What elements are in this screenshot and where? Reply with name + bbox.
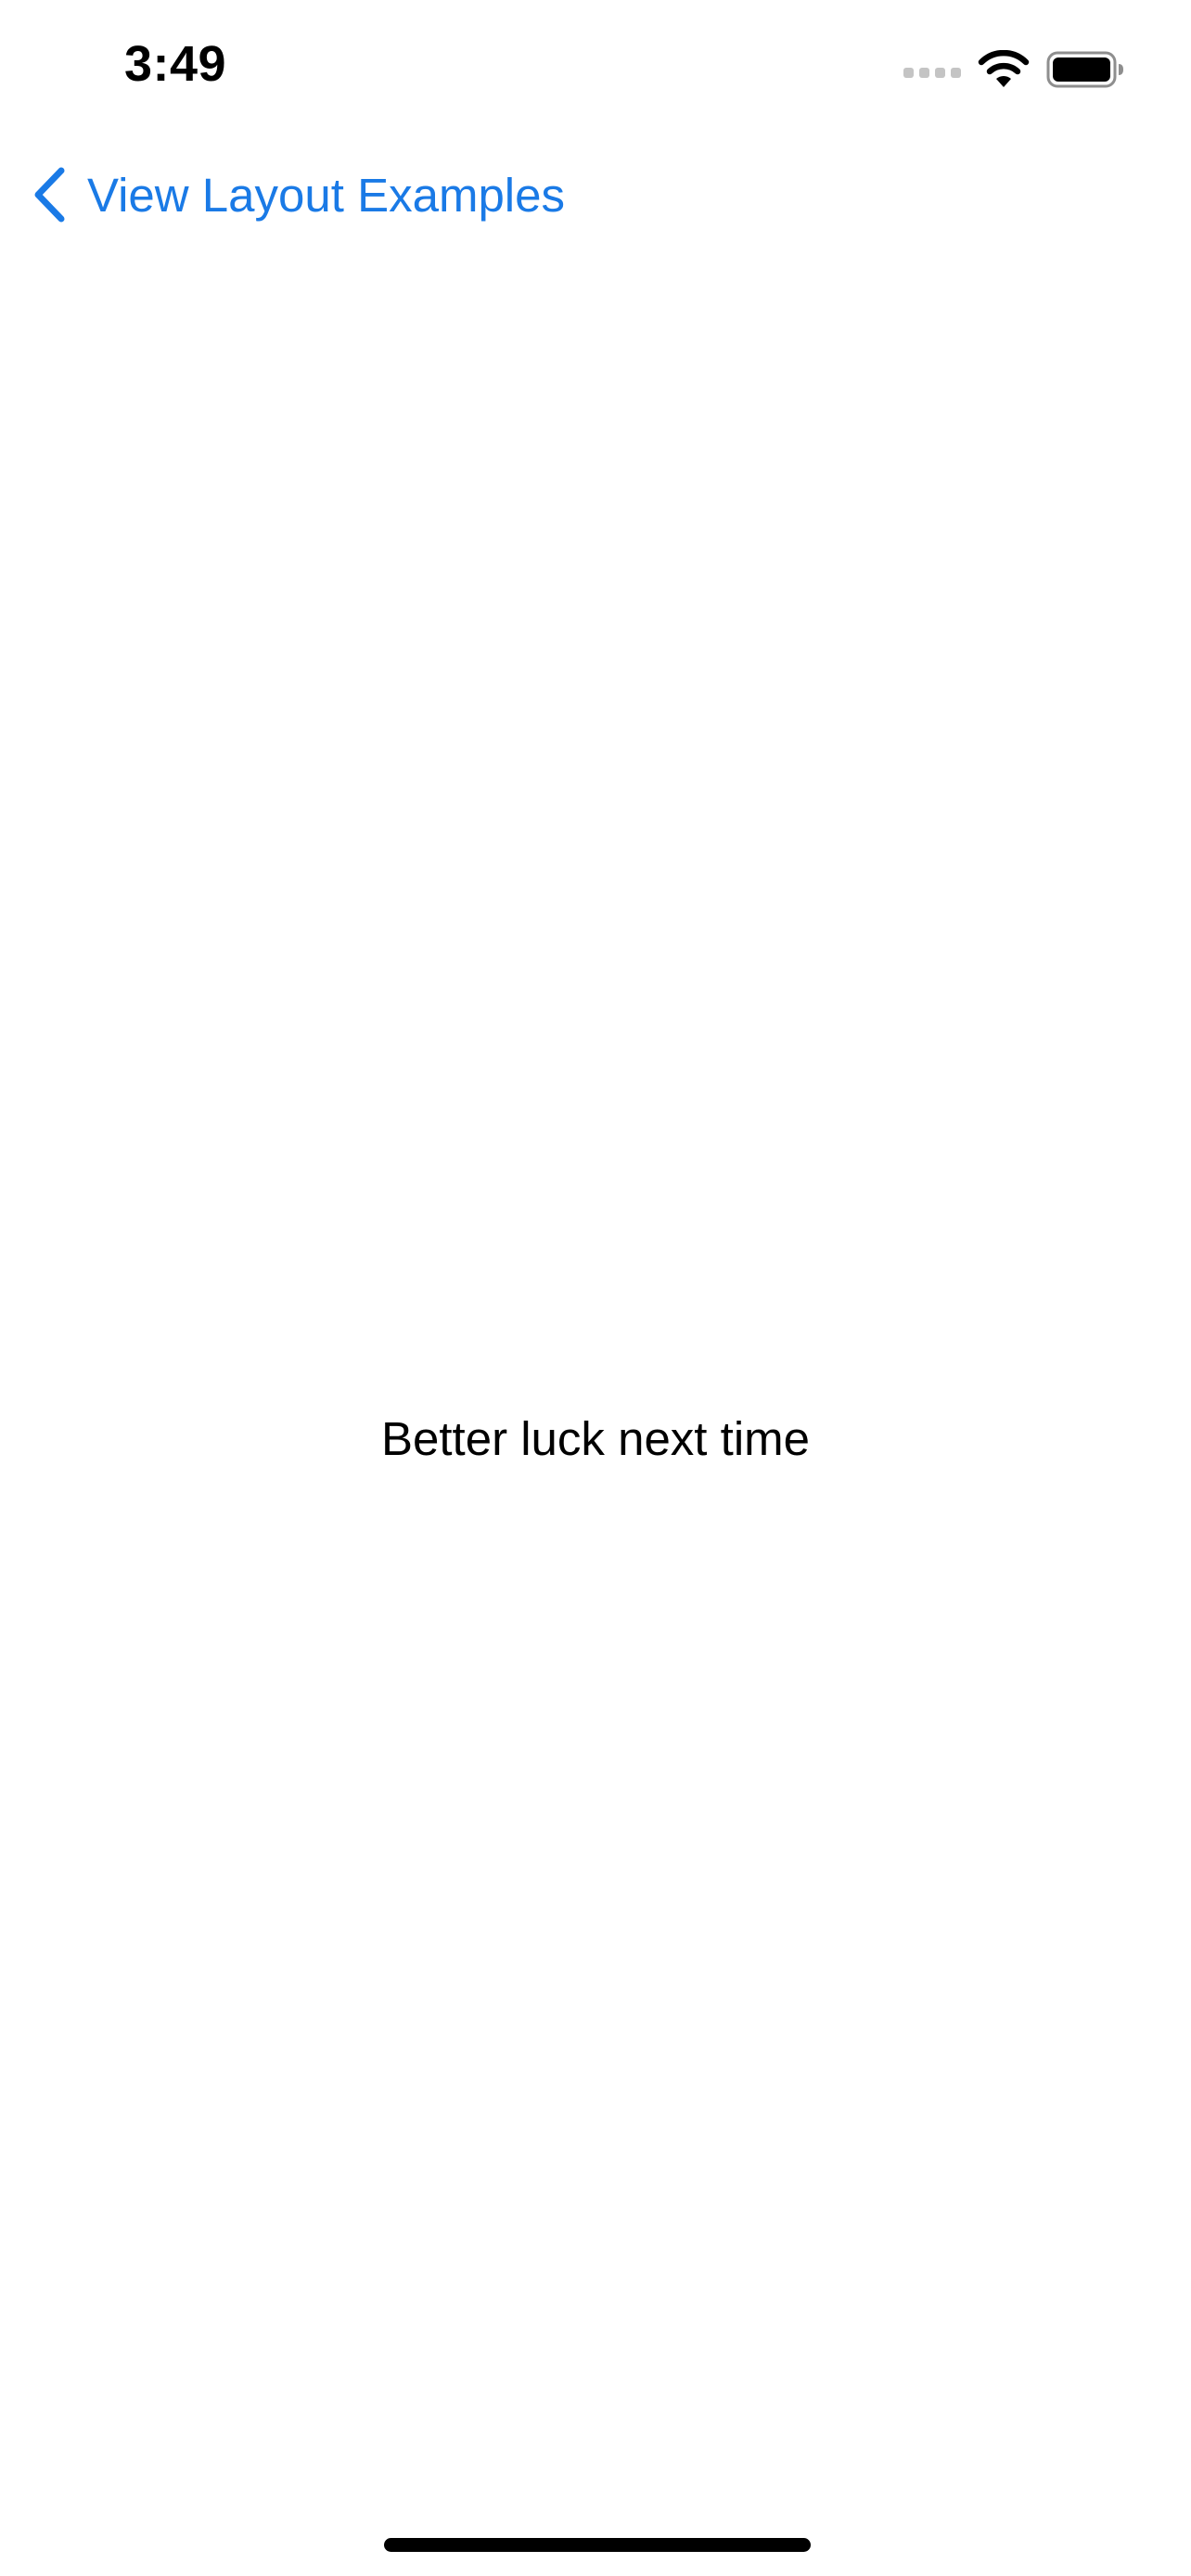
battery-icon xyxy=(1046,51,1123,88)
cellular-signal-icon xyxy=(903,68,961,78)
screen: 3:49 View Layout Examples Better luck ne… xyxy=(0,0,1191,2576)
status-bar: 3:49 xyxy=(0,0,1191,139)
wifi-icon xyxy=(978,50,1030,87)
status-time: 3:49 xyxy=(124,36,227,92)
home-indicator[interactable] xyxy=(384,2538,811,2552)
back-button-label: View Layout Examples xyxy=(87,168,566,222)
navigation-bar: View Layout Examples xyxy=(0,148,1191,241)
status-icons xyxy=(903,46,1124,93)
back-button[interactable]: View Layout Examples xyxy=(32,161,565,228)
result-message: Better luck next time xyxy=(380,1412,810,1465)
chevron-left-icon xyxy=(34,167,65,223)
